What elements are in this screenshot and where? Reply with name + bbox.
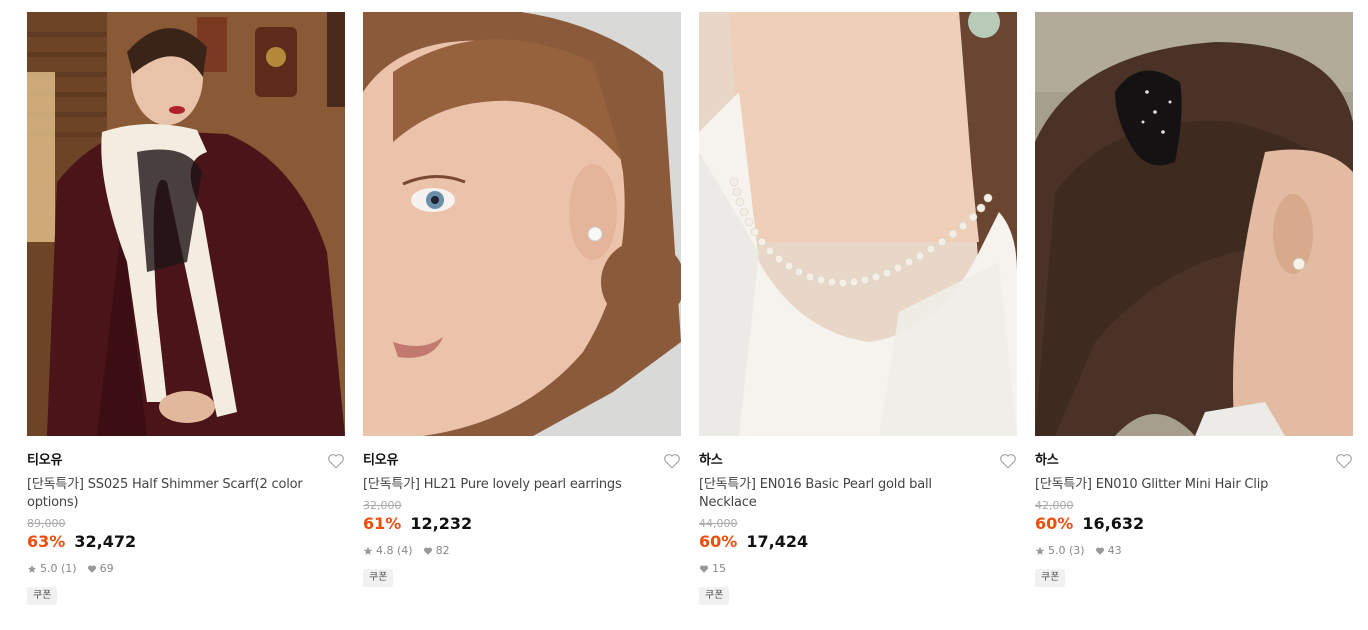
discount-rate: 60% [699, 532, 738, 551]
star-icon [363, 546, 373, 555]
rating-value: 5.0 (3) [1048, 544, 1085, 557]
star-icon [27, 564, 37, 573]
original-price: 32,000 [363, 499, 402, 512]
product-stats: 15 [699, 562, 1017, 576]
likes-count: 82 [435, 544, 450, 557]
price-row: 60% 17,424 [699, 531, 1017, 553]
wishlist-heart-icon[interactable] [1335, 452, 1353, 470]
product-meta: 하스 [단독특가] EN010 Glitter Mini Hair Clip 4… [1035, 436, 1353, 587]
price-row: 63% 32,472 [27, 531, 345, 553]
likes: 82 [423, 544, 450, 558]
rating-value: 5.0 (1) [40, 562, 77, 575]
product-card[interactable]: 하스 [단독특가] EN016 Basic Pearl gold ball Ne… [699, 12, 1017, 605]
likes-count: 43 [1107, 544, 1122, 557]
product-title[interactable]: [단독특가] EN010 Glitter Mini Hair Clip [1035, 476, 1325, 494]
original-price: 44,000 [699, 517, 738, 530]
heart-filled-icon [423, 547, 432, 555]
product-card[interactable]: 티오유 [단독특가] SS025 Half Shimmer Scarf(2 co… [27, 12, 345, 605]
product-meta: 하스 [단독특가] EN016 Basic Pearl gold ball Ne… [699, 436, 1017, 605]
product-grid: 티오유 [단독특가] SS025 Half Shimmer Scarf(2 co… [0, 0, 1368, 630]
product-photo [363, 12, 681, 436]
heart-filled-icon [699, 565, 709, 573]
rating: 5.0 (1) [27, 562, 77, 576]
product-meta: 티오유 [단독특가] SS025 Half Shimmer Scarf(2 co… [27, 436, 345, 605]
product-stats: 5.0 (1) 69 [27, 562, 345, 576]
coupon-badge: 쿠폰 [699, 587, 730, 605]
sale-price: 16,632 [1082, 514, 1145, 533]
heart-filled-icon [1095, 547, 1104, 555]
product-image-earrings[interactable] [363, 12, 681, 436]
original-price: 42,000 [1035, 499, 1074, 512]
discount-rate: 60% [1035, 514, 1074, 533]
likes: 15 [699, 562, 726, 576]
product-title[interactable]: [단독특가] SS025 Half Shimmer Scarf(2 color … [27, 476, 317, 512]
brand-name[interactable]: 티오유 [363, 452, 681, 470]
product-stats: 5.0 (3) 43 [1035, 544, 1353, 558]
original-price: 89,000 [27, 517, 66, 530]
brand-name[interactable]: 티오유 [27, 452, 345, 470]
likes-count: 15 [712, 562, 726, 575]
likes-count: 69 [99, 562, 114, 575]
brand-name[interactable]: 하스 [1035, 452, 1353, 470]
coupon-badge: 쿠폰 [27, 587, 58, 605]
product-title[interactable]: [단독특가] EN016 Basic Pearl gold ball Neckl… [699, 476, 989, 512]
product-image-scarf[interactable] [27, 12, 345, 436]
wishlist-heart-icon[interactable] [999, 452, 1017, 470]
sale-price: 12,232 [410, 514, 473, 533]
discount-rate: 63% [27, 532, 66, 551]
product-photo [1035, 12, 1353, 436]
coupon-badge: 쿠폰 [363, 569, 394, 587]
wishlist-heart-icon[interactable] [663, 452, 681, 470]
product-card[interactable]: 티오유 [단독특가] HL21 Pure lovely pearl earrin… [363, 12, 681, 587]
sale-price: 17,424 [746, 532, 809, 551]
price-row: 60% 16,632 [1035, 513, 1353, 535]
wishlist-heart-icon[interactable] [327, 452, 345, 470]
price-row: 61% 12,232 [363, 513, 681, 535]
product-meta: 티오유 [단독특가] HL21 Pure lovely pearl earrin… [363, 436, 681, 587]
heart-filled-icon [87, 565, 96, 573]
likes: 69 [87, 562, 114, 576]
product-photo [27, 12, 345, 436]
rating: 5.0 (3) [1035, 544, 1085, 558]
product-title[interactable]: [단독특가] HL21 Pure lovely pearl earrings [363, 476, 653, 494]
coupon-badge: 쿠폰 [1035, 569, 1066, 587]
product-image-hair-clip[interactable] [1035, 12, 1353, 436]
sale-price: 32,472 [74, 532, 137, 551]
product-card[interactable]: 하스 [단독특가] EN010 Glitter Mini Hair Clip 4… [1035, 12, 1353, 587]
discount-rate: 61% [363, 514, 402, 533]
rating: 4.8 (4) [363, 544, 413, 558]
rating-value: 4.8 (4) [376, 544, 413, 557]
product-stats: 4.8 (4) 82 [363, 544, 681, 558]
likes: 43 [1095, 544, 1122, 558]
product-photo [699, 12, 1017, 436]
brand-name[interactable]: 하스 [699, 452, 1017, 470]
product-image-necklace[interactable] [699, 12, 1017, 436]
star-icon [1035, 546, 1045, 555]
